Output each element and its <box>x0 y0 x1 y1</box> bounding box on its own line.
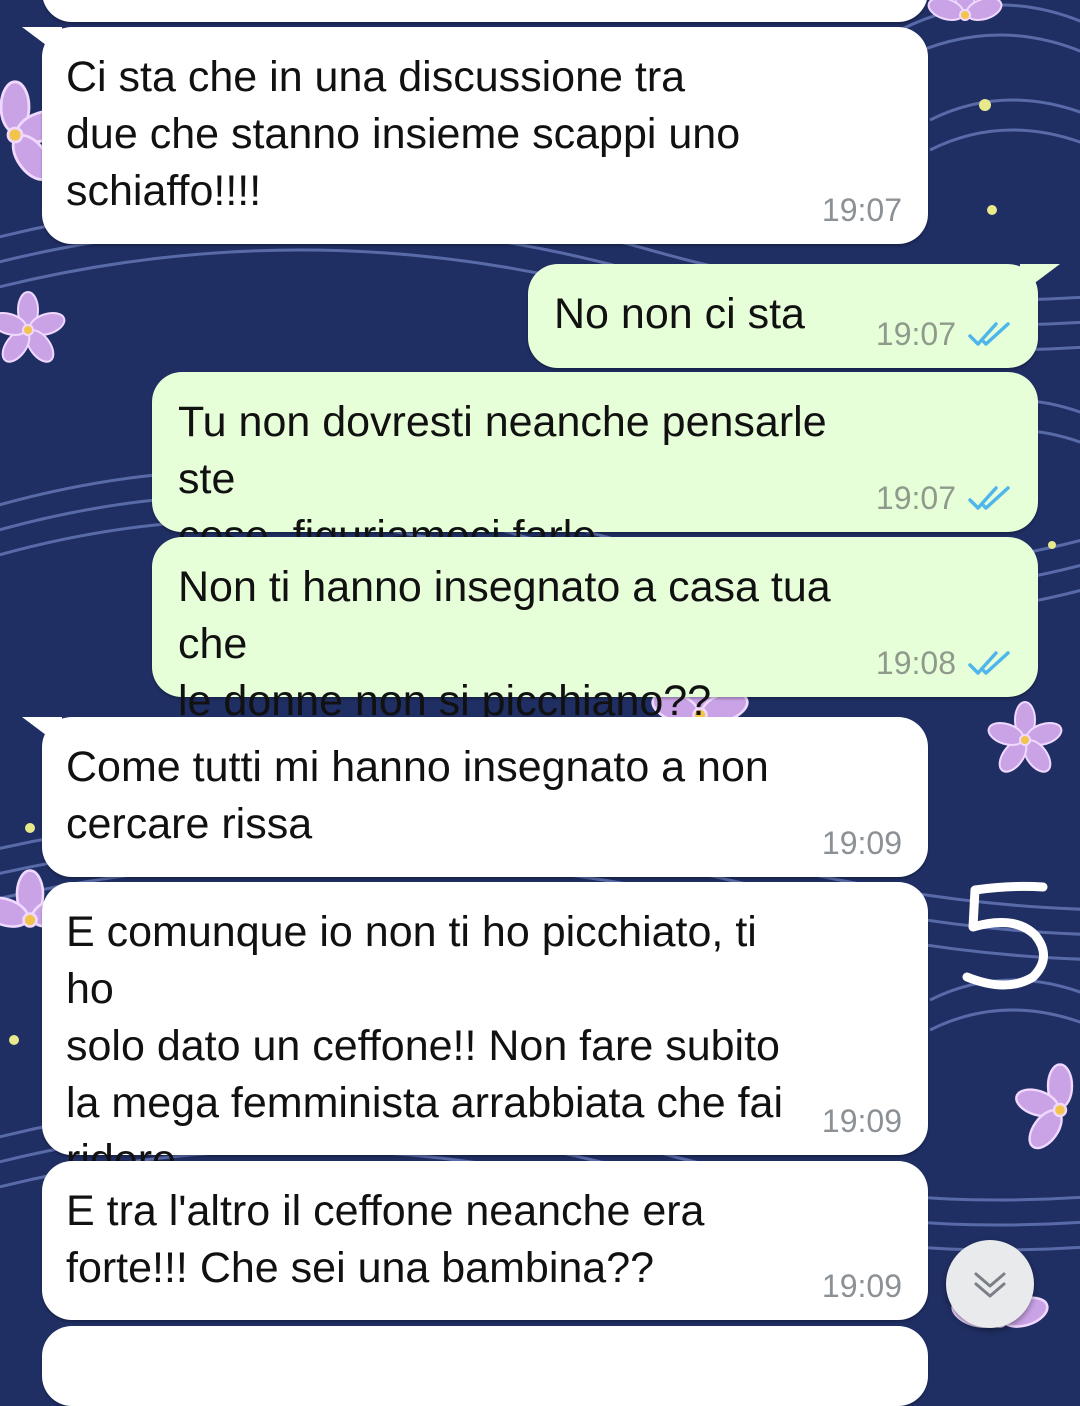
message-text: No non ci sta <box>554 290 805 338</box>
double-check-read-icon <box>968 322 1010 346</box>
bubble-tail <box>22 27 62 57</box>
message-meta: 19:08 <box>876 645 1012 681</box>
chat-thread[interactable]: Ci sta che in una discussione tra due ch… <box>0 0 1080 1406</box>
handwritten-number-annotation <box>962 881 1048 990</box>
scroll-to-bottom-button[interactable] <box>946 1240 1034 1328</box>
message-time: 19:09 <box>821 825 902 861</box>
message-incoming[interactable]: E comunque io non ti ho picchiato, ti ho… <box>42 882 928 1184</box>
message-time: 19:07 <box>875 316 956 352</box>
message-meta: 19:07 <box>876 316 1012 352</box>
message-incoming[interactable]: Ci sta che in una discussione tra due ch… <box>22 27 928 244</box>
message-text: Ci sta che in una discussione tra due ch… <box>66 53 741 215</box>
double-check-read-icon <box>968 486 1010 510</box>
message-text: Non ti hanno insegnato a casa tua che le… <box>178 563 831 725</box>
double-chevron-down-icon <box>974 1272 1006 1298</box>
message-incoming-partial[interactable] <box>42 0 928 22</box>
message-text: Come tutti mi hanno insegnato a non cerc… <box>66 743 769 848</box>
message-time: 19:09 <box>821 1103 902 1139</box>
message-time: 19:07 <box>875 480 956 516</box>
message-outgoing[interactable]: No non ci sta 19:07 <box>528 264 1060 368</box>
message-meta: 19:07 <box>822 192 902 228</box>
message-text: E comunque io non ti ho picchiato, ti ho… <box>66 908 784 1184</box>
bubble-tail <box>1020 264 1060 294</box>
message-time: 19:08 <box>875 645 956 681</box>
message-incoming[interactable]: E tra l'altro il ceffone neanche era for… <box>42 1161 928 1320</box>
message-time: 19:07 <box>821 192 902 228</box>
message-meta: 19:09 <box>822 1268 902 1304</box>
message-incoming[interactable]: Come tutti mi hanno insegnato a non cerc… <box>22 717 928 877</box>
message-time: 19:09 <box>821 1268 902 1304</box>
message-outgoing[interactable]: Tu non dovresti neanche pensarle ste cos… <box>152 372 1038 560</box>
message-outgoing[interactable]: Non ti hanno insegnato a casa tua che le… <box>152 537 1038 725</box>
message-incoming-partial[interactable] <box>42 1326 928 1406</box>
message-meta: 19:07 <box>876 480 1012 516</box>
message-meta: 19:09 <box>822 825 902 861</box>
message-meta: 19:09 <box>822 1103 902 1139</box>
double-check-read-icon <box>968 651 1010 675</box>
bubble-tail <box>22 717 62 747</box>
message-text: E tra l'altro il ceffone neanche era for… <box>66 1187 705 1292</box>
